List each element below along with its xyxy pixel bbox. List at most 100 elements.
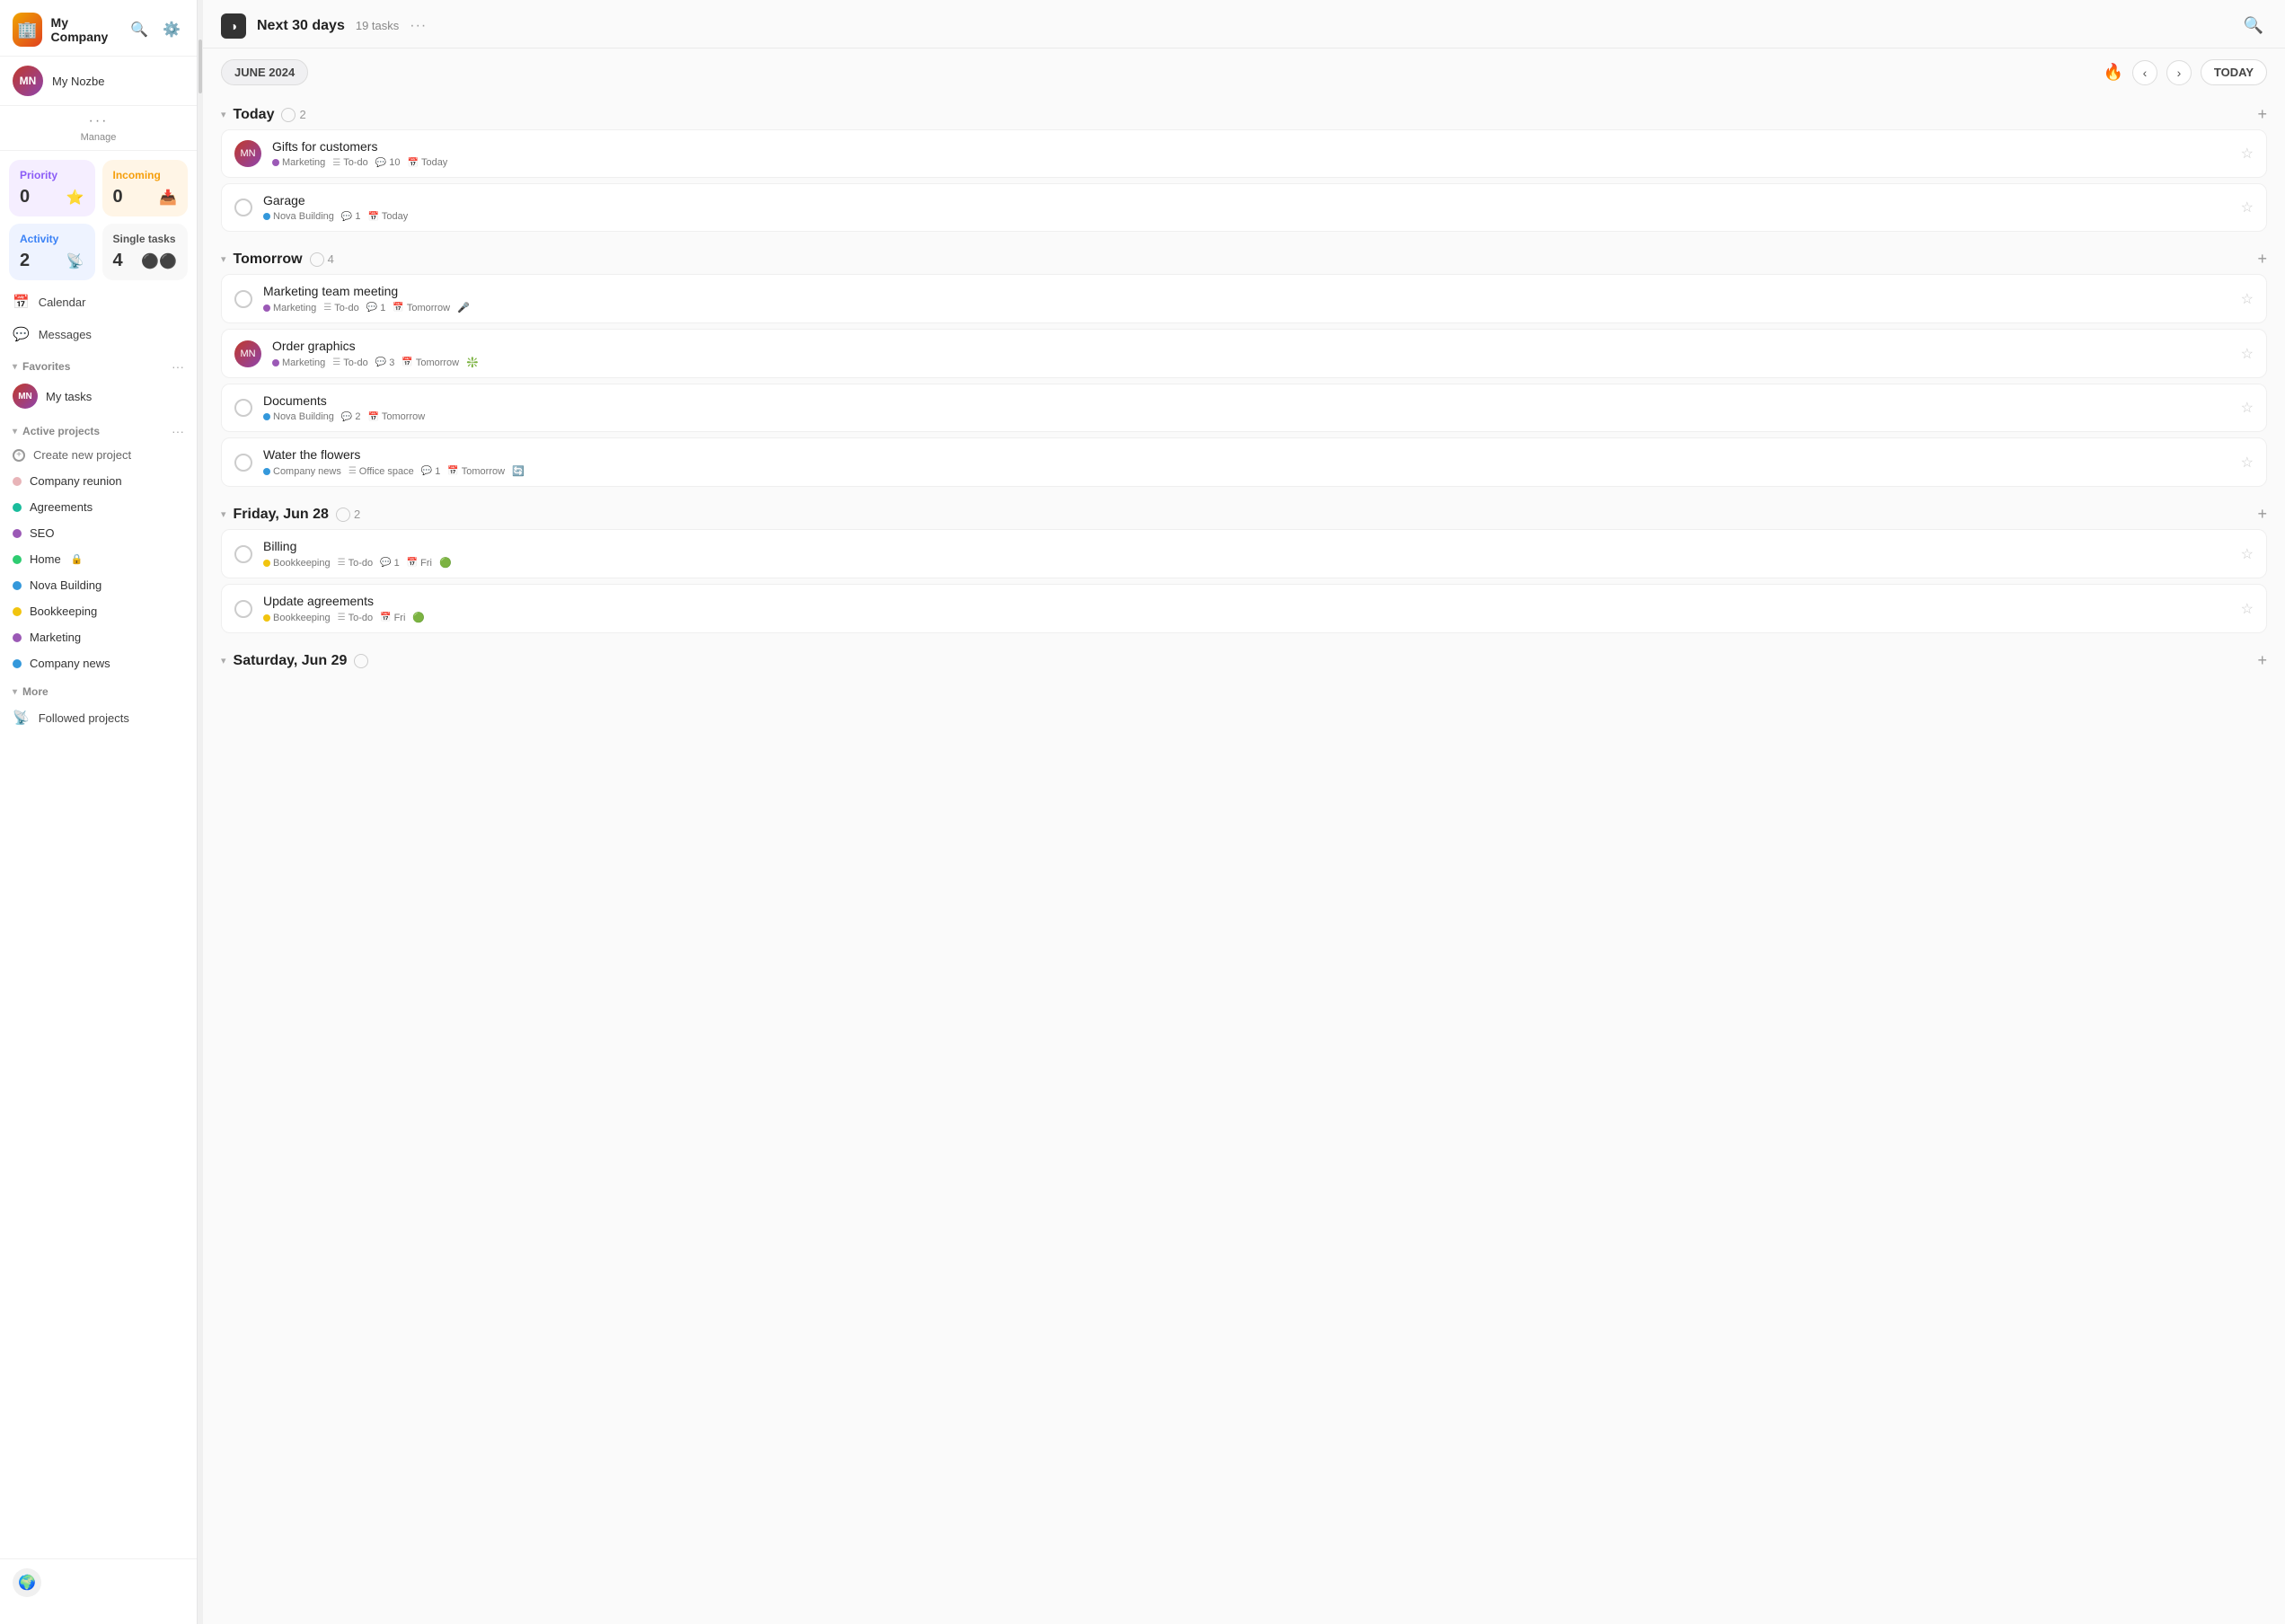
task-item-t4[interactable]: MN Order graphics Marketing ☰ To-do 💬 [221, 329, 2267, 378]
fire-button[interactable]: 🔥 [2104, 63, 2123, 82]
active-projects-section: ▾ Active projects ··· [0, 415, 197, 442]
project-dot-t8 [263, 614, 270, 622]
projects-chevron[interactable]: ▾ [13, 427, 17, 437]
create-project-button[interactable]: + Create new project [0, 442, 197, 468]
task-list-t7: ☰ To-do [338, 558, 374, 569]
settings-button[interactable]: ⚙️ [159, 17, 184, 42]
activity-count: 2 [20, 251, 30, 271]
globe-button[interactable]: 🌍 [13, 1568, 41, 1597]
manage-button[interactable]: ··· Manage [0, 106, 197, 151]
group-chevron-tomorrow[interactable]: ▾ [221, 253, 226, 265]
messages-icon: 💬 [13, 326, 30, 342]
group-add-button-today[interactable]: + [2257, 105, 2267, 124]
task-list-t4: ☰ To-do [332, 357, 368, 368]
project-color-dot [13, 555, 22, 564]
more-chevron[interactable]: ▾ [13, 687, 17, 697]
project-color-dot [13, 607, 22, 616]
sidebar-item-project-home[interactable]: Home 🔒 [0, 546, 197, 572]
sidebar-header-icons: 🔍 ⚙️ [127, 17, 184, 42]
task-checkbox-t7[interactable] [234, 545, 252, 563]
projects-more-button[interactable]: ··· [172, 424, 184, 438]
project-dot-t7 [263, 560, 270, 567]
group-chevron-saturday[interactable]: ▾ [221, 655, 226, 666]
task-item-t8[interactable]: Update agreements Bookkeeping ☰ To-do 📅 [221, 584, 2267, 633]
task-item-t3[interactable]: Marketing team meeting Marketing ☰ To-do… [221, 274, 2267, 323]
sidebar-item-messages[interactable]: 💬 Messages [0, 318, 197, 350]
priority-count: 0 [20, 187, 30, 207]
sidebar-item-project-bookkeeping[interactable]: Bookkeeping [0, 598, 197, 624]
task-item-t5[interactable]: Documents Nova Building 💬 2 📅 [221, 384, 2267, 432]
comment-icon: 💬 [421, 466, 432, 476]
task-star-t1[interactable]: ☆ [2241, 145, 2254, 163]
task-project-t6: Company news [263, 466, 341, 477]
list-icon: ☰ [338, 558, 346, 568]
task-checkbox-t8[interactable] [234, 600, 252, 618]
activity-card[interactable]: Activity 2 📡 [9, 224, 95, 280]
today-button[interactable]: TODAY [2201, 59, 2267, 85]
task-title-t4: Order graphics [272, 339, 2230, 353]
sidebar-item-project-agreements[interactable]: Agreements [0, 494, 197, 520]
group-add-button-tomorrow[interactable]: + [2257, 250, 2267, 269]
task-title-t8: Update agreements [263, 594, 2230, 608]
task-checkbox-t5[interactable] [234, 399, 252, 417]
group-chevron-today[interactable]: ▾ [221, 109, 226, 120]
project-color-dot [13, 529, 22, 538]
sidebar-item-followed-projects[interactable]: 📡 Followed projects [0, 702, 197, 734]
task-checkbox-t2[interactable] [234, 199, 252, 216]
user-row[interactable]: MN My Nozbe [0, 57, 197, 106]
favorites-chevron[interactable]: ▾ [13, 362, 17, 372]
sidebar-item-project-nova-building[interactable]: Nova Building [0, 572, 197, 598]
task-date-t4: 📅 Tomorrow [401, 357, 459, 368]
project-color-dot [13, 503, 22, 512]
topbar-search-button[interactable]: 🔍 [2240, 13, 2267, 39]
task-list-t3: ☰ To-do [323, 303, 359, 313]
group-add-button-saturday[interactable]: + [2257, 651, 2267, 670]
search-button[interactable]: 🔍 [127, 17, 152, 42]
task-item-t7[interactable]: Billing Bookkeeping ☰ To-do 💬 1 [221, 529, 2267, 578]
active-projects-label: Active projects [22, 425, 100, 437]
task-star-t6[interactable]: ☆ [2241, 454, 2254, 472]
sidebar-item-my-tasks[interactable]: MN My tasks [0, 377, 197, 415]
topbar-more-button[interactable]: ··· [410, 18, 427, 34]
project-dot-t3 [263, 304, 270, 312]
task-star-t7[interactable]: ☆ [2241, 545, 2254, 563]
group-chevron-friday[interactable]: ▾ [221, 508, 226, 520]
task-star-t5[interactable]: ☆ [2241, 399, 2254, 417]
next-arrow-button[interactable]: › [2166, 60, 2192, 85]
favorites-more-button[interactable]: ··· [172, 359, 184, 374]
single-tasks-card[interactable]: Single tasks 4 ⚫⚫ [102, 224, 189, 280]
prev-arrow-button[interactable]: ‹ [2132, 60, 2157, 85]
project-dot-t4 [272, 359, 279, 366]
sidebar-item-project-company-reunion[interactable]: Company reunion [0, 468, 197, 494]
project-name-label: Home [30, 552, 61, 566]
avatar: MN [13, 66, 43, 96]
task-list-t8: ☰ To-do [338, 613, 374, 623]
sidebar-item-calendar[interactable]: 📅 Calendar [0, 286, 197, 318]
followed-projects-label: Followed projects [39, 711, 129, 725]
group-title-saturday: Saturday, Jun 29 [234, 653, 348, 669]
task-item-t1[interactable]: MN Gifts for customers Marketing ☰ To-do [221, 129, 2267, 178]
task-item-t6[interactable]: Water the flowers Company news ☰ Office … [221, 437, 2267, 487]
incoming-card[interactable]: Incoming 0 📥 [102, 160, 189, 216]
project-dot-t1 [272, 159, 279, 166]
task-checkbox-t6[interactable] [234, 454, 252, 472]
task-item-t2[interactable]: Garage Nova Building 💬 1 📅 To [221, 183, 2267, 232]
sidebar-item-project-seo[interactable]: SEO [0, 520, 197, 546]
task-star-t2[interactable]: ☆ [2241, 199, 2254, 216]
task-meta-t3: Marketing ☰ To-do 💬 1 📅 Tomorrow [263, 302, 2230, 313]
group-add-button-friday[interactable]: + [2257, 505, 2267, 524]
group-header-tomorrow: ▾ Tomorrow 4 + [221, 237, 2267, 274]
sidebar-item-project-company-news[interactable]: Company news [0, 650, 197, 676]
task-star-t3[interactable]: ☆ [2241, 290, 2254, 308]
circle-count-tomorrow [310, 252, 324, 267]
cal-icon-t8: 📅 [380, 613, 391, 622]
task-star-t4[interactable]: ☆ [2241, 345, 2254, 363]
task-star-t8[interactable]: ☆ [2241, 600, 2254, 618]
task-comments-t6: 💬 1 [421, 466, 441, 477]
more-section: ▾ More [0, 676, 197, 702]
task-checkbox-t3[interactable] [234, 290, 252, 308]
sidebar-item-project-marketing[interactable]: Marketing [0, 624, 197, 650]
priority-card[interactable]: Priority 0 ⭐ [9, 160, 95, 216]
company-logo: 🏢 [13, 13, 42, 47]
date-pill[interactable]: JUNE 2024 [221, 59, 308, 85]
